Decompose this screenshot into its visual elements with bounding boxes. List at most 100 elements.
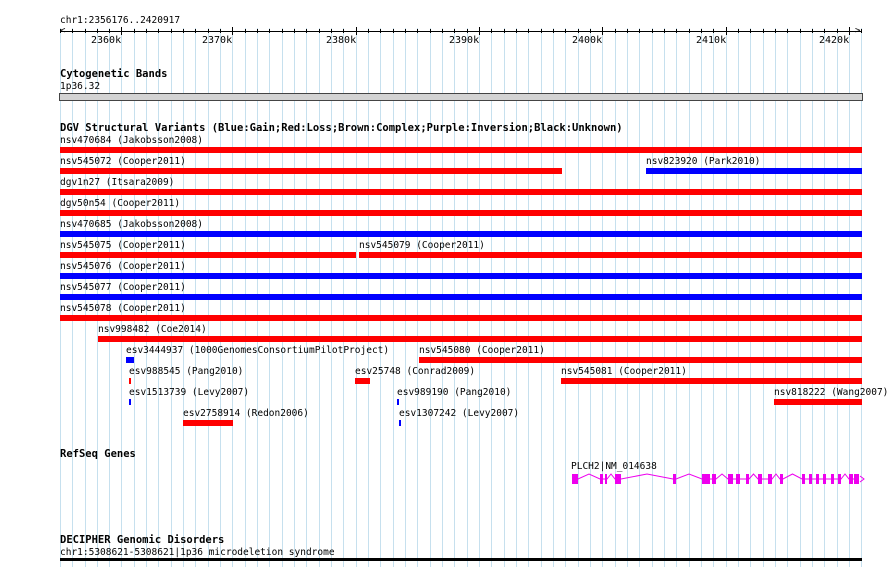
dgv-feature-bar[interactable] <box>60 210 862 216</box>
cytobands-track-title[interactable]: Cytogenetic Bands <box>60 68 167 80</box>
dgv-feature-bar[interactable] <box>355 378 370 384</box>
dgv-feature-bar[interactable] <box>60 231 862 237</box>
ruler-tick <box>282 29 283 33</box>
gene-exon <box>854 474 859 484</box>
ruler-tick <box>800 29 801 33</box>
dgv-feature-label: esv988545 (Pang2010) <box>129 366 244 377</box>
ruler-axis <box>60 31 862 32</box>
ruler-tick <box>171 29 172 33</box>
dgv-track-title[interactable]: DGV Structural Variants (Blue:Gain;Red:L… <box>60 122 623 134</box>
gene-exon <box>712 474 716 484</box>
cytoband-bar[interactable] <box>59 93 863 101</box>
ruler-tick <box>85 29 86 33</box>
cytoband-label: 1p36.32 <box>60 81 101 92</box>
decipher-feature-label: chr1:5308621-5308621|1p36 microdeletion … <box>60 547 335 558</box>
ruler-tick <box>467 29 468 33</box>
refseq-track-title[interactable]: RefSeq Genes <box>60 448 136 460</box>
gene-exon <box>768 474 772 484</box>
gene-exon <box>615 474 621 484</box>
ruler-tick <box>824 29 825 33</box>
gene-exon <box>831 474 834 484</box>
dgv-feature-label: esv2758914 (Redon2006) <box>183 408 309 419</box>
decipher-track-title[interactable]: DECIPHER Genomic Disorders <box>60 534 224 546</box>
gene-exon <box>758 474 762 484</box>
ruler-tick <box>454 29 455 33</box>
ruler-tick <box>726 27 727 35</box>
dgv-feature-bar[interactable] <box>646 168 862 174</box>
ruler-tick <box>590 29 591 33</box>
ruler-tick <box>664 29 665 33</box>
gene-exon <box>802 474 805 484</box>
ruler-tick <box>220 29 221 33</box>
ruler-tick <box>615 29 616 33</box>
ruler-tick <box>812 29 813 33</box>
ruler-tick <box>257 29 258 33</box>
gene-strand-arrow <box>859 475 865 483</box>
location-label: chr1:2356176..2420917 <box>60 15 181 26</box>
gene-exon <box>746 474 749 484</box>
dgv-feature-bar[interactable] <box>183 420 233 426</box>
dgv-feature-bar[interactable] <box>60 315 862 321</box>
ruler-tick <box>195 29 196 33</box>
dgv-feature-label: nsv545081 (Cooper2011) <box>561 366 687 377</box>
gene-exon <box>736 474 740 484</box>
ruler-tick <box>306 29 307 33</box>
dgv-feature-label: esv3444937 (1000GenomesConsortiumPilotPr… <box>126 345 390 356</box>
ruler-tick <box>553 29 554 33</box>
dgv-feature-bar[interactable] <box>60 147 862 153</box>
ruler-tick <box>701 29 702 33</box>
ruler-tick <box>849 27 850 35</box>
dgv-feature-bar[interactable] <box>397 399 399 405</box>
ruler-tick <box>442 29 443 33</box>
dgv-feature-label: nsv823920 (Park2010) <box>646 156 761 167</box>
genome-browser-view: chr1:2356176..2420917 < > 2360k 2370k 2380… <box>0 0 890 567</box>
ruler-tick <box>245 29 246 33</box>
ruler-tick <box>861 29 862 33</box>
ruler-tick <box>134 29 135 33</box>
dgv-feature-label: esv25748 (Conrad2009) <box>355 366 476 377</box>
ruler-tick <box>269 29 270 33</box>
gene-exon <box>816 474 819 484</box>
ruler-tick <box>430 29 431 33</box>
ruler-tick <box>183 29 184 33</box>
dgv-feature-bar[interactable] <box>126 357 134 363</box>
ruler-tick <box>516 29 517 33</box>
dgv-feature-bar[interactable] <box>129 399 131 405</box>
dgv-feature-label: nsv545078 (Cooper2011) <box>60 303 186 314</box>
dgv-feature-bar[interactable] <box>98 336 862 342</box>
dgv-feature-bar[interactable] <box>60 273 862 279</box>
ruler-tick <box>639 29 640 33</box>
ruler-tick <box>393 29 394 33</box>
ruler-tick <box>208 29 209 33</box>
dgv-feature-bar[interactable] <box>129 378 131 384</box>
ruler-tick-label: 2420k <box>819 35 850 46</box>
dgv-feature-bar[interactable] <box>399 420 401 426</box>
ruler-tick <box>479 27 480 35</box>
dgv-feature-bar[interactable] <box>60 189 862 195</box>
decipher-feature-bar[interactable] <box>60 558 862 561</box>
dgv-feature-label: nsv470684 (Jakobsson2008) <box>60 135 203 146</box>
dgv-feature-bar[interactable] <box>60 168 562 174</box>
ruler-right-arrow: > <box>855 26 861 36</box>
ruler-tick <box>121 27 122 35</box>
ruler-tick <box>491 29 492 33</box>
dgv-feature-bar[interactable] <box>359 252 862 258</box>
dgv-feature-label: nsv545077 (Cooper2011) <box>60 282 186 293</box>
dgv-feature-bar[interactable] <box>774 399 862 405</box>
ruler-tick <box>331 29 332 33</box>
ruler-tick <box>60 29 61 33</box>
dgv-feature-bar[interactable] <box>419 357 862 363</box>
gene-exon <box>706 474 710 484</box>
dgv-feature-label: dgv50n54 (Cooper2011) <box>60 198 181 209</box>
dgv-feature-bar[interactable] <box>561 378 862 384</box>
ruler-tick <box>97 29 98 33</box>
ruler-tick <box>787 29 788 33</box>
gene-model-plch2[interactable] <box>560 470 870 488</box>
dgv-feature-bar[interactable] <box>60 294 862 300</box>
ruler-tick <box>319 29 320 33</box>
ruler-tick <box>837 29 838 33</box>
ruler-tick <box>763 29 764 33</box>
ruler-tick <box>380 29 381 33</box>
dgv-feature-bar[interactable] <box>60 252 356 258</box>
ruler-tick <box>158 29 159 33</box>
